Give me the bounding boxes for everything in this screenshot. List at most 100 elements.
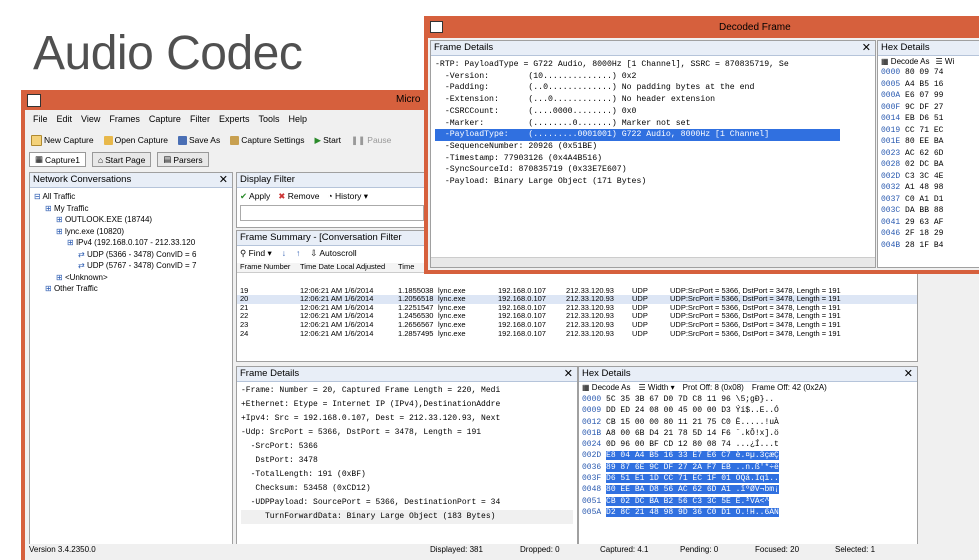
hex-row[interactable]: 004B 28 1F B4	[881, 240, 979, 252]
decoded-line[interactable]: -Timestamp: 77903126 (0x4A4B516)	[435, 153, 871, 165]
apply-button[interactable]: ✔ Apply	[240, 191, 270, 202]
detail-line[interactable]: -UDPPayload: SourcePort = 5366, Destinat…	[241, 496, 573, 510]
width-button[interactable]: ☰ Wi	[936, 57, 955, 66]
new-capture-button[interactable]: New Capture	[31, 134, 94, 146]
table-row[interactable]: 21 12:06:21 AM 1/6/2014 1.2251547 lync.exe 1…	[237, 304, 917, 313]
decoded-line[interactable]: -CSRCCount: (....0000........) 0x0	[435, 106, 871, 118]
hex-row[interactable]: 001E 80 EE BA	[881, 136, 979, 148]
close-icon[interactable]: ✕	[904, 367, 913, 381]
hex-row[interactable]: 0005 A4 B5 16	[881, 79, 979, 91]
decoded-line[interactable]: -SyncSourceId: 870835719 (0x33E7E607)	[435, 164, 871, 176]
tree-item[interactable]: ⊞ OUTLOOK.EXE (18744)	[32, 214, 230, 226]
close-icon[interactable]: ✕	[219, 173, 228, 187]
hex-row[interactable]: 0023 AC 62 6D	[881, 148, 979, 160]
hex-row[interactable]: 0041 29 63 AF	[881, 217, 979, 229]
tree-item[interactable]: ⇄ UDP (5366 - 3478) ConvID = 6	[32, 249, 230, 261]
start-button[interactable]: ▶ Start	[315, 135, 342, 146]
hex-row[interactable]: 0012 CB 15 00 00 80 11 21 75 C0 Ë.....!u…	[582, 417, 914, 428]
hex-row[interactable]: 000F 9C DF 27	[881, 102, 979, 114]
autoscroll-button[interactable]: ⇩ Autoscroll	[310, 248, 356, 259]
save-as-button[interactable]: Save As	[178, 135, 220, 145]
hex-row[interactable]: 0032 A1 48 98	[881, 182, 979, 194]
remove-button[interactable]: ✖ Remove	[278, 191, 319, 202]
menu-item-experts[interactable]: Experts	[219, 114, 250, 128]
hex-row[interactable]: 0048 80 EE BA D8 56 AC 62 6D A1 .îºØV¬bm…	[582, 484, 914, 495]
hex-row[interactable]: 0037 C0 A1 D1	[881, 194, 979, 206]
decode-as-button[interactable]: ▦ Decode As	[881, 57, 930, 66]
decoded-line[interactable]: -SequenceNumber: 20926 (0x51BE)	[435, 141, 871, 153]
decoded-line[interactable]: -RTP: PayloadType = G722 Audio, 8000Hz […	[435, 59, 871, 71]
hex-row[interactable]: 0014 EB D6 51	[881, 113, 979, 125]
hex-row[interactable]: 0000 5C 35 3B 67 D0 7D C8 11 96 \5;gÐ}..	[582, 394, 914, 405]
open-capture-button[interactable]: Open Capture	[103, 135, 168, 145]
hex-row[interactable]: 0019 CC 71 EC	[881, 125, 979, 137]
hex-row[interactable]: 0036 89 87 6E 9C DF 27 2A F7 EB ..n.ß'*÷…	[582, 462, 914, 473]
detail-line[interactable]: -Udp: SrcPort = 5366, DstPort = 3478, Le…	[241, 426, 573, 440]
detail-line[interactable]: Checksum: 53458 (0xCD12)	[241, 482, 573, 496]
tab-parsers[interactable]: ▤ Parsers	[157, 152, 209, 167]
hex-row[interactable]: 005A D2 8C 21 48 98 9D 36 C0 D1 Ò.!H..6À…	[582, 507, 914, 518]
table-row[interactable]: 23 12:06:21 AM 1/6/2014 1.2656567 lync.exe 1…	[237, 321, 917, 330]
detail-line[interactable]: -TotalLength: 191 (0xBF)	[241, 468, 573, 482]
hex-row[interactable]: 0009 DD ED 24 08 00 45 00 00 D3 Ýí$..E..…	[582, 405, 914, 416]
tab-start-page[interactable]: ⌂ Start Page	[92, 152, 152, 167]
filter-input[interactable]	[240, 205, 424, 221]
tree-item[interactable]: ⊞ <Unknown>	[32, 272, 230, 284]
menu-item-tools[interactable]: Tools	[258, 114, 279, 128]
menu-item-frames[interactable]: Frames	[109, 114, 140, 128]
menu-item-view[interactable]: View	[81, 114, 100, 128]
menu-item-filter[interactable]: Filter	[190, 114, 210, 128]
hex-row[interactable]: 001B A8 00 6B D4 21 78 5D 14 F6 ¨.kÔ!x].…	[582, 428, 914, 439]
tree-item[interactable]: ⇄ UDP (5767 - 3478) ConvID = 7	[32, 260, 230, 272]
hex-row[interactable]: 0024 0D 96 00 BF CD 12 80 08 74 ...¿Í...…	[582, 439, 914, 450]
decoded-line[interactable]: -Payload: Binary Large Object (171 Bytes…	[435, 176, 871, 188]
table-row[interactable]: 19 12:06:21 AM 1/6/2014 1.1855038 lync.exe 1…	[237, 287, 917, 296]
horizontal-scrollbar[interactable]	[431, 257, 875, 267]
tree-item[interactable]: ⊞ lync.exe (10820)	[32, 226, 230, 238]
tree-item[interactable]: ⊞ Other Traffic	[32, 283, 230, 295]
detail-line[interactable]: TurnForwardData: Binary Large Object (18…	[241, 510, 573, 524]
hex-row[interactable]: 002D C3 3C 4E	[881, 171, 979, 183]
decoded-line[interactable]: -Padding: (..0.............) No padding …	[435, 82, 871, 94]
detail-line[interactable]: -SrcPort: 5366	[241, 440, 573, 454]
menu-item-file[interactable]: File	[33, 114, 48, 128]
capture-settings-button[interactable]: Capture Settings	[230, 135, 305, 145]
hex-row[interactable]: 0028 02 DC BA	[881, 159, 979, 171]
menu-item-capture[interactable]: Capture	[149, 114, 181, 128]
detail-line[interactable]: DstPort: 3478	[241, 454, 573, 468]
tree-item[interactable]: ⊞ IPv4 (192.168.0.107 - 212.33.120	[32, 237, 230, 249]
history-button[interactable]: ◔ History ▾	[327, 191, 368, 202]
decoded-line[interactable]: -PayloadType: (.........0001001) G722 Au…	[435, 129, 840, 141]
table-row[interactable]: 22 12:06:21 AM 1/6/2014 1.2456530 lync.exe 1…	[237, 312, 917, 321]
close-icon[interactable]: ✕	[862, 41, 871, 55]
tree-item[interactable]: ⊞ My Traffic	[32, 203, 230, 215]
decoded-line[interactable]: -Version: (10..............) 0x2	[435, 71, 871, 83]
table-row[interactable]: 20 12:06:21 AM 1/6/2014 1.2056518 lync.exe 1…	[237, 295, 917, 304]
hex-row[interactable]: 0051 CB 02 DC BA B2 56 C3 3C 5E Ë.ܺ²VÃ<^	[582, 496, 914, 507]
close-icon[interactable]: ✕	[564, 367, 573, 381]
hex-row[interactable]: 003C DA BB 88	[881, 205, 979, 217]
hex-row[interactable]: 000A E6 07 99	[881, 90, 979, 102]
decode-as-button[interactable]: ▦ Decode As	[582, 383, 631, 392]
detail-line[interactable]: +Ethernet: Etype = Internet IP (IPv4),De…	[241, 398, 573, 412]
detail-line[interactable]: +Ipv4: Src = 192.168.0.107, Dest = 212.3…	[241, 412, 573, 426]
width-button[interactable]: ☰ Width ▾	[639, 383, 675, 392]
menu-item-help[interactable]: Help	[288, 114, 307, 128]
hex-row[interactable]: 0000 80 09 74	[881, 67, 979, 79]
column-header[interactable]: Frame Number	[237, 263, 300, 272]
pause-button[interactable]: ❚❚ Pause	[351, 135, 391, 146]
hex-row[interactable]: 002D E8 04 A4 B5 16 33 E7 E6 C7 è.¤µ.3çæ…	[582, 450, 914, 461]
hex-row[interactable]: 003F D6 51 E1 1D CC 71 EC 1F 01 ÖQá.Ìqì.…	[582, 473, 914, 484]
down-arrow-icon[interactable]: ↓	[282, 248, 286, 259]
tab-capture1[interactable]: ▦ Capture1	[29, 152, 86, 167]
column-header[interactable]: Time Date Local Adjusted	[300, 263, 398, 272]
decoded-line[interactable]: -Marker: (........0.......) Marker not s…	[435, 118, 871, 130]
detail-line[interactable]: -Frame: Number = 20, Captured Frame Leng…	[241, 384, 573, 398]
up-arrow-icon[interactable]: ↑	[296, 248, 300, 259]
table-row[interactable]: 24 12:06:21 AM 1/6/2014 1.2857495 lync.exe 1…	[237, 330, 917, 339]
menu-item-edit[interactable]: Edit	[57, 114, 73, 128]
decoded-line[interactable]: -Extension: (...0............) No header…	[435, 94, 871, 106]
find-button[interactable]: ⚲ Find ▾	[240, 248, 272, 259]
hex-row[interactable]: 0046 2F 18 29	[881, 228, 979, 240]
tree-item[interactable]: ⊟ All Traffic	[32, 191, 230, 203]
